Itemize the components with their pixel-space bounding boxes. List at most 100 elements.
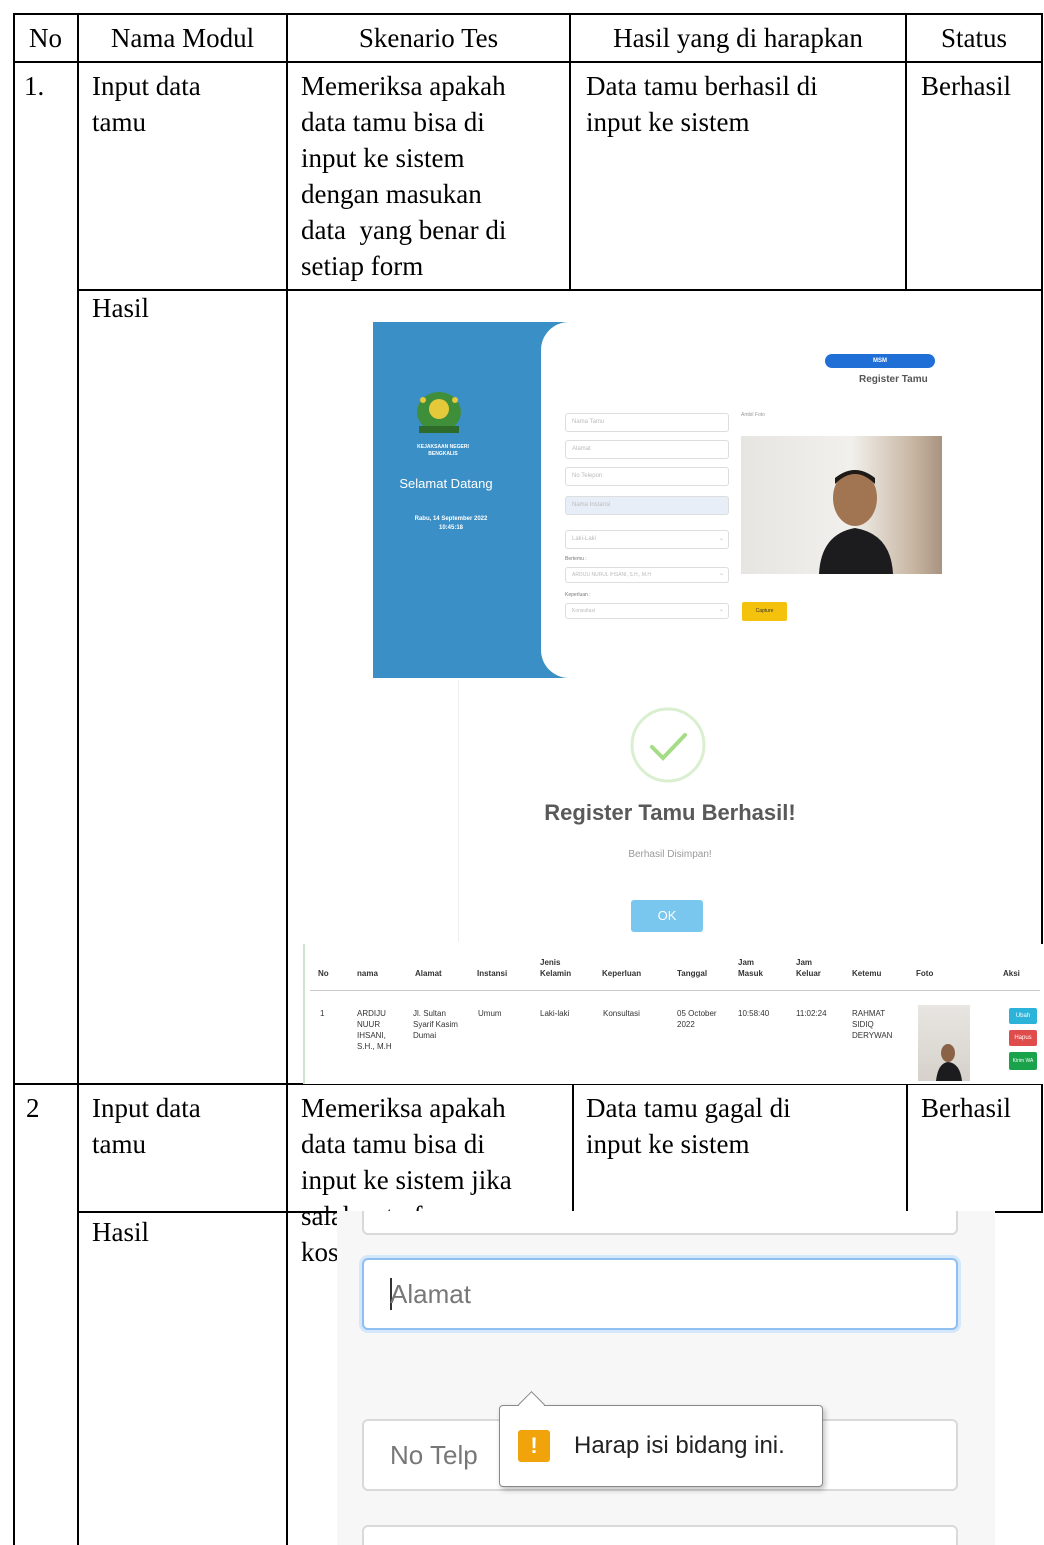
- list-cell-ketemu-line: SIDIQ: [852, 1020, 874, 1029]
- list-header-jam-keluar: Jam Keluar: [796, 958, 821, 978]
- row2-modul-line: tamu: [92, 1129, 146, 1159]
- list-header-jam-masuk: Jam Masuk: [738, 958, 763, 978]
- row2-skenario-line: data tamu bisa di: [301, 1129, 485, 1159]
- keperluan-value: Konsultasi: [572, 608, 596, 614]
- validation-screenshot: Alamat No Telp ! Harap isi bidang ini.: [337, 1211, 995, 1545]
- person-photo: [819, 470, 893, 574]
- list-header-foto: Foto: [916, 969, 934, 978]
- brand-line-1: KEJAKSAAN NEGERI: [417, 444, 469, 450]
- bertemu-label: Bertemu :: [565, 556, 587, 562]
- kirim-wa-button[interactable]: Kirim WA: [1009, 1052, 1037, 1070]
- table-border-hasil-2: [906, 1084, 908, 1211]
- camera-preview: [741, 436, 942, 574]
- tooltip-message: Harap isi bidang ini.: [574, 1432, 785, 1459]
- date-line-2: 10:45:18: [438, 525, 464, 531]
- list-cell-nama-line: NUUR: [357, 1020, 381, 1029]
- row2-modul: Input data tamu: [92, 1090, 201, 1162]
- keperluan-select[interactable]: Konsultasi ⌄: [565, 603, 729, 619]
- list-header-ketemu: Ketemu: [852, 969, 882, 978]
- chevron-down-icon: ⌄: [718, 536, 724, 542]
- gender-value: Laki-Laki: [572, 536, 597, 542]
- list-cell-jam-keluar: 11:02:24: [796, 1009, 827, 1018]
- list-header-jenis-kelamin: Jenis Kelamin: [540, 958, 572, 978]
- header-hasil-harapan: Hasil yang di harapkan: [613, 23, 863, 53]
- list-cell-ketemu-line: DERYWAN: [852, 1031, 893, 1040]
- tooltip-arrow: [518, 1391, 545, 1418]
- alamat-placeholder: Alamat: [572, 446, 591, 452]
- ok-button[interactable]: OK: [631, 900, 703, 932]
- register-title: Register Tamu: [859, 374, 928, 385]
- row1-status: Berhasil: [921, 71, 1011, 101]
- check-circle-icon: [630, 707, 706, 783]
- kejaksaan-emblem-icon: [417, 392, 461, 433]
- welcome-text: Selamat Datang: [399, 476, 493, 491]
- capture-button[interactable]: Capture: [742, 602, 787, 621]
- row2-hasil-line: Data tamu gagal di: [586, 1093, 791, 1123]
- instansi-input[interactable]: Nama Instansi: [565, 496, 729, 515]
- row1-skenario-line: dengan masukan: [301, 179, 482, 209]
- table-border-skenario-2: [572, 1084, 574, 1211]
- row2-skenario-line: Memeriksa apakah: [301, 1093, 506, 1123]
- list-cell-alamat-line: Jl. Sultan: [413, 1009, 446, 1018]
- brand-line-2: BENGKALIS: [428, 451, 458, 457]
- no-telepon-input[interactable]: No Telepon: [565, 467, 729, 486]
- row2-top-right-line: [995, 1211, 1043, 1213]
- list-cell-nama-line: IHSANI,: [357, 1031, 386, 1040]
- success-subtitle: Berhasil Disimpan!: [628, 849, 712, 860]
- row1-skenario-line: data yang benar di: [301, 215, 507, 245]
- chevron-down-icon: ⌄: [718, 607, 724, 613]
- list-cell-jenis-kelamin: Laki-laki: [540, 1009, 570, 1018]
- chevron-down-icon: ⌄: [718, 571, 724, 577]
- table-border-modul: [286, 13, 288, 1545]
- list-cell-no: 1: [320, 1009, 325, 1018]
- list-cell-alamat-line: Dumai: [413, 1031, 437, 1040]
- validation-tooltip: ! Harap isi bidang ini.: [499, 1391, 823, 1487]
- row2-hasil: Data tamu gagal di input ke sistem: [586, 1090, 791, 1162]
- row1-no: 1.: [24, 71, 45, 101]
- list-cell-nama: ARDIJU NUUR IHSANI, S.H., M.H: [357, 1008, 392, 1052]
- list-header-nama: nama: [357, 969, 378, 978]
- gender-select[interactable]: Laki-Laki ⌄: [565, 530, 729, 549]
- bertemu-value: ARDIJU NURUL IHSANI, S.H., M.H: [572, 572, 651, 578]
- list-cell-instansi: Umum: [478, 1009, 502, 1018]
- hapus-button[interactable]: Hapus: [1009, 1030, 1037, 1046]
- row2-skenario-line: input ke sistem jika: [301, 1165, 512, 1195]
- list-cell-ketemu: RAHMAT SIDIQ DERYWAN: [852, 1008, 892, 1041]
- table-border-status: [1041, 13, 1043, 290]
- next-field[interactable]: [362, 1525, 958, 1545]
- list-cell-tanggal-line: 05 October: [677, 1009, 717, 1018]
- list-cell-nama-line: ARDIJU: [357, 1009, 386, 1018]
- alamat-input[interactable]: Alamat: [565, 440, 729, 459]
- keperluan-label: Keperluan :: [565, 592, 591, 598]
- list-cell-alamat-line: Syarif Kasim: [413, 1020, 458, 1029]
- row1-skenario: Memeriksa apakah data tamu bisa di input…: [301, 68, 506, 284]
- list-cell-ketemu-line: RAHMAT: [852, 1009, 886, 1018]
- row2-hasil-label: Hasil: [92, 1217, 149, 1247]
- success-title: Register Tamu Berhasil!: [544, 800, 796, 825]
- row1-hasil: Data tamu berhasil di input ke sistem: [586, 68, 818, 140]
- list-header-divider: [310, 990, 1040, 991]
- list-cell-tanggal: 05 October 2022: [677, 1008, 717, 1030]
- nama-tamu-input[interactable]: Nama Tamu: [565, 413, 729, 432]
- row2-no: 2: [26, 1093, 40, 1123]
- header-status: Status: [940, 23, 1007, 53]
- msm-button[interactable]: MSM: [825, 354, 935, 368]
- row1-skenario-line: data tamu bisa di: [301, 107, 485, 137]
- header-no: No: [29, 23, 62, 53]
- header-skenario-tes: Skenario Tes: [358, 23, 499, 53]
- table-top: [13, 13, 1043, 15]
- bertemu-select[interactable]: ARDIJU NURUL IHSANI, S.H., M.H ⌄: [565, 567, 729, 583]
- register-panel: MSM Register Tamu Nama Tamu Alamat No Te…: [541, 322, 961, 678]
- table-border-left: [13, 13, 15, 1545]
- no-telp-placeholder: No Telp: [390, 1440, 478, 1470]
- date-line-1: Rabu, 14 September 2022: [414, 516, 488, 522]
- list-cell-jam-masuk: 10:58:40: [738, 1009, 770, 1018]
- header-nama-modul: Nama Modul: [110, 23, 255, 53]
- row1-skenario-line: input ke sistem: [301, 143, 465, 173]
- previous-field[interactable]: [362, 1211, 958, 1235]
- ubah-button[interactable]: Ubah: [1009, 1008, 1037, 1024]
- list-cell-keperluan: Konsultasi: [603, 1009, 640, 1018]
- row1-modul-line: Input data: [92, 71, 201, 101]
- alamat-field[interactable]: Alamat: [362, 1258, 958, 1330]
- row1-modul-line: tamu: [92, 107, 146, 137]
